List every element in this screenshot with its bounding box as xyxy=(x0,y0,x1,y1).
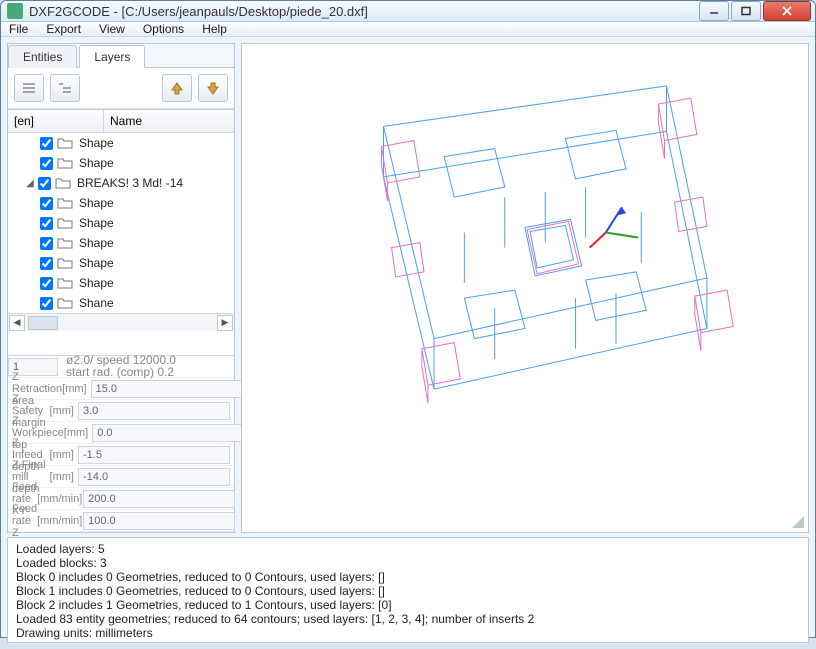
tree-header: [en] Name xyxy=(8,110,234,133)
tree-row-checkbox[interactable] xyxy=(40,297,53,310)
tree-group-row[interactable]: ◢ BREAKS! 3 Md! -14 xyxy=(8,173,234,193)
menu-help[interactable]: Help xyxy=(202,22,227,36)
app-icon xyxy=(7,3,23,19)
menu-file[interactable]: File xyxy=(9,22,28,36)
console-line: Loaded layers: 5 xyxy=(16,542,800,556)
tree-shape-row[interactable]: Shane xyxy=(8,293,234,313)
arrow-down-icon xyxy=(206,81,220,95)
move-down-button[interactable] xyxy=(198,74,228,102)
layer-tree[interactable]: [en] Name Shape Shape ◢ BREAKS! 3 Md! -14 Sh… xyxy=(8,109,234,355)
param-input[interactable] xyxy=(92,424,244,442)
console-line: Block 0 includes 0 Geometries, reduced t… xyxy=(16,570,800,584)
tree-row-checkbox[interactable] xyxy=(40,197,53,210)
tree-row-checkbox[interactable] xyxy=(38,177,51,190)
viewport-canvas[interactable] xyxy=(241,43,809,533)
tree-shape-row[interactable]: Shape xyxy=(8,193,234,213)
param-input[interactable] xyxy=(83,512,235,530)
tree-row-name: Shape xyxy=(79,136,114,150)
param-input[interactable] xyxy=(78,468,230,486)
scroll-thumb[interactable] xyxy=(28,316,58,330)
scroll-right-button[interactable]: ▶ xyxy=(217,315,233,331)
window-title: DXF2GCODE - [C:/Users/jeanpauls/Desktop/… xyxy=(29,4,699,19)
param-row: Z Final mill depth[mm] xyxy=(8,466,234,488)
expander-icon[interactable]: ◢ xyxy=(24,178,36,189)
menu-export[interactable]: Export xyxy=(46,22,81,36)
maximize-button[interactable] xyxy=(731,1,761,21)
tree-shape-row[interactable]: Shape xyxy=(8,213,234,233)
tab-layers[interactable]: Layers xyxy=(79,45,145,68)
tree-row-name: Shape xyxy=(79,216,114,230)
collapse-all-button[interactable] xyxy=(14,74,44,102)
console-line: Loaded blocks: 3 xyxy=(16,556,800,570)
tree-row-name: Shane xyxy=(79,296,114,310)
tree-row-checkbox[interactable] xyxy=(40,277,53,290)
menu-options[interactable]: Options xyxy=(143,22,184,36)
left-panel: Entities Layers [en] Name Shape Shape ◢ BRE… xyxy=(7,43,235,533)
tree-row-name: Shape xyxy=(79,156,114,170)
tree-row-name: Shape xyxy=(79,256,114,270)
param-unit: [mm/min] xyxy=(37,515,83,527)
param-label: Feed rate Z xyxy=(8,503,37,539)
tree-shape-row[interactable]: Shape xyxy=(8,253,234,273)
tool-info: ø2.0/ speed 12000.0start rad. (comp) 0.2 xyxy=(62,355,234,379)
scroll-left-button[interactable]: ◀ xyxy=(9,315,25,331)
tree-row-name: Shape xyxy=(79,276,114,290)
tree-row-name: Shape xyxy=(79,196,114,210)
param-input[interactable] xyxy=(78,402,230,420)
tree-row-checkbox[interactable] xyxy=(40,217,53,230)
console-line: Block 1 includes 0 Geometries, reduced t… xyxy=(16,584,800,598)
param-unit: [mm] xyxy=(50,471,78,483)
param-input[interactable] xyxy=(83,490,235,508)
params-panel: ø2.0/ speed 12000.0start rad. (comp) 0.2… xyxy=(8,355,234,532)
list-icon xyxy=(21,81,37,95)
param-unit: [mm] xyxy=(50,449,78,461)
tree-row-checkbox[interactable] xyxy=(40,137,53,150)
move-up-button[interactable] xyxy=(162,74,192,102)
tree-icon xyxy=(57,81,73,95)
param-unit: [mm] xyxy=(64,427,92,439)
param-input[interactable] xyxy=(91,380,243,398)
panel-toolbar xyxy=(8,68,234,109)
param-row: Feed rate Z[mm/min] xyxy=(8,510,234,532)
expand-all-button[interactable] xyxy=(50,74,80,102)
menu-view[interactable]: View xyxy=(99,22,125,36)
main-window: DXF2GCODE - [C:/Users/jeanpauls/Desktop/… xyxy=(0,0,816,638)
tree-shape-row[interactable]: Shape xyxy=(8,133,234,153)
console-line: Drawing units: millimeters xyxy=(16,626,800,640)
tree-shape-row[interactable]: Shape xyxy=(8,273,234,293)
tab-entities[interactable]: Entities xyxy=(8,45,77,68)
tree-row-checkbox[interactable] xyxy=(40,157,53,170)
tree-row-name: BREAKS! 3 Md! -14 xyxy=(77,176,183,190)
tree-h-scrollbar[interactable]: ◀ ▶ xyxy=(8,313,234,331)
console-output[interactable]: Loaded layers: 5 Loaded blocks: 3 Block … xyxy=(7,537,809,643)
arrow-up-icon xyxy=(170,81,184,95)
tree-row-name: Shape xyxy=(79,236,114,250)
resize-grip[interactable] xyxy=(790,514,804,528)
tree-row-checkbox[interactable] xyxy=(40,257,53,270)
close-button[interactable] xyxy=(763,1,811,21)
param-unit: [mm/min] xyxy=(37,493,83,505)
panel-tabs: Entities Layers xyxy=(8,44,234,68)
axis-gizmo xyxy=(590,207,639,247)
tree-shape-row[interactable]: Shape xyxy=(8,233,234,253)
minimize-button[interactable] xyxy=(699,1,729,21)
drawing-svg xyxy=(242,44,808,532)
tree-header-en[interactable]: [en] xyxy=(8,110,104,132)
tree-header-name[interactable]: Name xyxy=(104,110,234,132)
menubar: File Export View Options Help xyxy=(1,22,815,37)
param-unit: [mm] xyxy=(62,383,90,395)
console-line: Loaded 83 entity geometries; reduced to … xyxy=(16,612,800,626)
console-line: Block 2 includes 1 Geometries, reduced t… xyxy=(16,598,800,612)
titlebar[interactable]: DXF2GCODE - [C:/Users/jeanpauls/Desktop/… xyxy=(1,1,815,22)
tree-row-checkbox[interactable] xyxy=(40,237,53,250)
param-input[interactable] xyxy=(78,446,230,464)
tree-shape-row[interactable]: Shape xyxy=(8,153,234,173)
